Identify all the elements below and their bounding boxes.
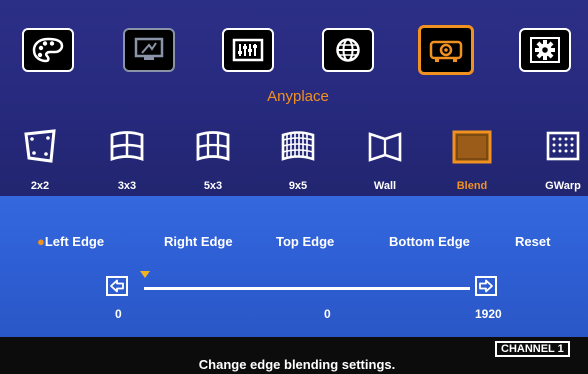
submenu-label: Blend bbox=[456, 180, 488, 192]
increase-button[interactable] bbox=[475, 276, 497, 296]
palette-button[interactable] bbox=[22, 28, 74, 72]
equalizer-button[interactable] bbox=[222, 28, 274, 72]
option-bottom-edge[interactable]: Bottom Edge bbox=[389, 234, 470, 249]
submenu-label: GWarp bbox=[545, 180, 581, 192]
submenu-label: 2x2 bbox=[30, 180, 50, 192]
warp-3x3-icon bbox=[110, 131, 144, 161]
submenu-wall[interactable]: Wall bbox=[355, 128, 415, 196]
osd-screen: Anyplace 2x2 3x3 5x3 9x5 Wall Blend GWar… bbox=[0, 0, 588, 374]
monitor-settings-icon bbox=[134, 37, 164, 60]
gear-button[interactable] bbox=[519, 28, 571, 72]
submenu-label: Wall bbox=[373, 180, 397, 192]
submenu-label: 5x3 bbox=[203, 180, 223, 192]
option-reset[interactable]: Reset bbox=[515, 234, 550, 249]
arrow-left-icon bbox=[110, 279, 124, 293]
option-left-edge[interactable]: ●Left Edge bbox=[37, 234, 104, 249]
channel-badge: CHANNEL 1 bbox=[495, 341, 570, 357]
equalizer-icon bbox=[232, 38, 264, 62]
globe-icon bbox=[336, 38, 360, 62]
slider-max-value: 1920 bbox=[475, 307, 502, 321]
help-text: Change edge blending settings. bbox=[198, 357, 396, 372]
submenu-label: 3x3 bbox=[117, 180, 137, 192]
projector-icon bbox=[429, 40, 463, 62]
option-top-edge[interactable]: Top Edge bbox=[276, 234, 334, 249]
submenu-gwarp[interactable]: GWarp bbox=[532, 128, 588, 196]
option-label: Top Edge bbox=[276, 234, 335, 249]
option-label: Reset bbox=[515, 234, 551, 249]
palette-icon bbox=[32, 37, 64, 63]
slider-current-value: 0 bbox=[324, 307, 331, 321]
submenu-9x5[interactable]: 9x5 bbox=[268, 128, 328, 196]
menu-title: Anyplace bbox=[267, 88, 329, 105]
slider-min-value: 0 bbox=[115, 307, 122, 321]
arrow-right-icon bbox=[479, 279, 493, 293]
monitor-settings-button[interactable] bbox=[123, 28, 175, 72]
gwarp-icon bbox=[546, 131, 580, 161]
submenu-label: 9x5 bbox=[288, 180, 308, 192]
warp-5x3-icon bbox=[196, 131, 230, 161]
submenu-3x3[interactable]: 3x3 bbox=[97, 128, 157, 196]
option-label: Left Edge bbox=[44, 234, 105, 249]
option-label: Bottom Edge bbox=[389, 234, 470, 249]
wall-icon bbox=[368, 132, 402, 162]
warp-9x5-icon bbox=[281, 131, 315, 161]
decrease-button[interactable] bbox=[106, 276, 128, 296]
globe-button[interactable] bbox=[322, 28, 374, 72]
option-label: Right Edge bbox=[164, 234, 233, 249]
blend-icon bbox=[452, 130, 492, 164]
slider-position-marker bbox=[140, 271, 150, 278]
selected-bullet: ● bbox=[37, 234, 45, 249]
warp-2x2-icon bbox=[24, 129, 56, 163]
gear-icon bbox=[530, 37, 560, 63]
submenu-2x2[interactable]: 2x2 bbox=[10, 128, 70, 196]
projector-button[interactable] bbox=[418, 25, 474, 75]
option-right-edge[interactable]: Right Edge bbox=[164, 234, 233, 249]
submenu-5x3[interactable]: 5x3 bbox=[183, 128, 243, 196]
slider-track[interactable] bbox=[144, 287, 470, 290]
submenu-blend[interactable]: Blend bbox=[442, 128, 502, 196]
